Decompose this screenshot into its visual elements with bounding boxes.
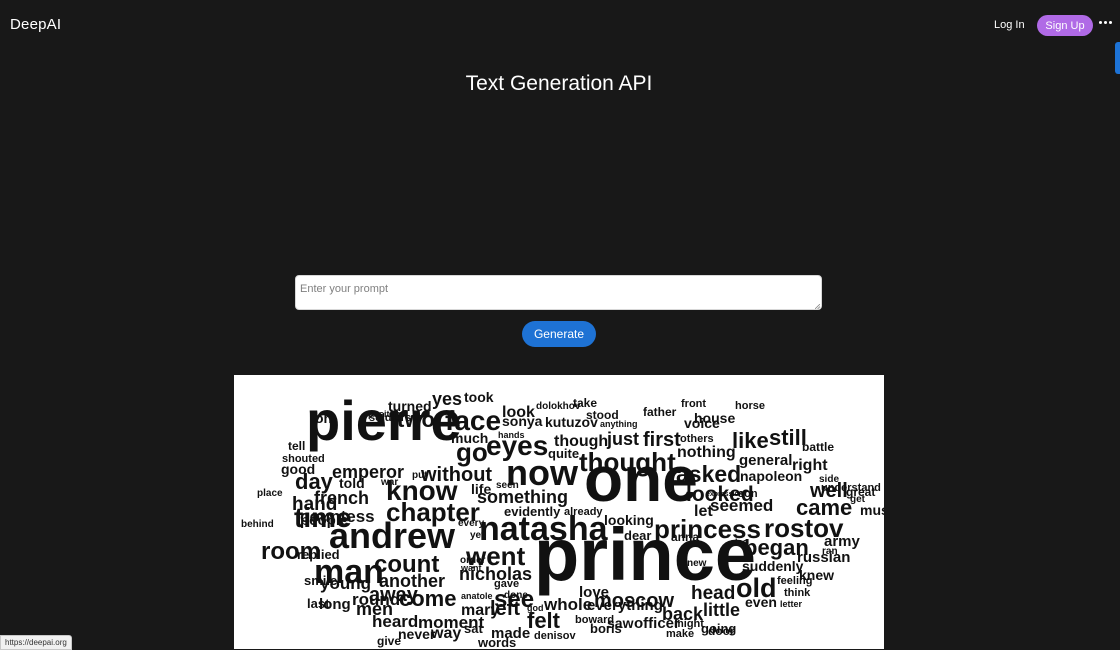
word-cloud-word: dear (624, 528, 651, 543)
more-horizontal-icon[interactable] (1099, 21, 1113, 27)
word-cloud-word: front (681, 398, 706, 410)
word-cloud-word: napoleon (740, 468, 802, 484)
word-cloud-word: like (732, 428, 769, 453)
word-cloud-word: sonya (502, 413, 543, 429)
word-cloud-word: boward (575, 614, 614, 626)
word-cloud-word: took (464, 389, 494, 405)
word-cloud-word: hands (498, 430, 525, 440)
word-cloud-word: yes (432, 389, 462, 409)
word-cloud-word: make (666, 628, 694, 640)
word-cloud-word: place (257, 488, 283, 499)
word-cloud-word: just (606, 429, 639, 449)
signup-button[interactable]: Sign Up (1037, 15, 1093, 36)
word-cloud-word: looking (604, 512, 654, 528)
word-cloud-word: position (368, 409, 403, 419)
word-cloud-word: give (377, 634, 401, 648)
word-cloud-word: battle (802, 440, 834, 454)
word-cloud-word: hand (292, 494, 337, 515)
word-cloud-word: behind (241, 519, 274, 530)
word-cloud-word: last (307, 596, 330, 611)
word-cloud-word: also (730, 537, 749, 547)
word-cloud-word: dolokhov (536, 401, 581, 412)
word-cloud-word: door (708, 624, 735, 638)
word-cloud-word: nothing (677, 444, 736, 461)
word-cloud-word: feeling (777, 575, 812, 587)
word-cloud-word: letter (780, 599, 803, 609)
word-cloud-word: first (643, 429, 681, 451)
word-cloud-word: general (739, 452, 792, 469)
word-cloud-word: house (694, 410, 735, 426)
word-cloud-word: seen (496, 480, 519, 491)
login-link[interactable]: Log In (994, 19, 1025, 31)
top-navigation: DeepAI Log In Sign Up (0, 0, 1120, 50)
word-cloud-word: another (379, 571, 445, 591)
word-cloud-word: let (694, 503, 713, 520)
word-cloud-word: tell (288, 439, 305, 453)
page-title: Text Generation API (465, 72, 653, 96)
word-cloud-word: god (527, 603, 544, 613)
word-cloud-word: war (380, 477, 398, 488)
word-cloud-word: done (504, 590, 528, 601)
word-cloud-word: round (352, 590, 400, 609)
side-feedback-tab[interactable] (1115, 42, 1120, 74)
word-cloud-word: love (579, 584, 609, 601)
word-cloud-word: get (850, 494, 866, 505)
word-cloud-word: words (477, 635, 516, 649)
word-cloud-word: think (784, 587, 811, 599)
word-cloud-word: evidently (504, 504, 561, 519)
word-cloud-word: yet (470, 530, 485, 541)
word-cloud-word: expression (706, 491, 743, 498)
word-cloud-word: ran (822, 546, 838, 557)
brand-logo[interactable]: DeepAI (10, 16, 61, 33)
generate-button[interactable]: Generate (522, 321, 596, 347)
word-cloud-word: anything (600, 419, 638, 429)
word-cloud-word: shouted (282, 453, 325, 465)
word-cloud-word: suddenly (742, 558, 804, 574)
word-cloud-word: oh (315, 410, 332, 426)
word-cloud-word: thought (579, 447, 676, 477)
word-cloud-word: little (703, 600, 740, 620)
status-bar-url: https://deepai.org (0, 635, 72, 650)
word-cloud-word: already (564, 506, 603, 518)
word-cloud-word: father (643, 405, 677, 419)
word-cloud-word: anna (671, 530, 699, 544)
word-cloud-word: new (687, 558, 707, 569)
word-cloud-word: told (339, 475, 365, 491)
word-cloud-word: life (471, 481, 491, 497)
word-cloud-word: much (451, 430, 488, 446)
word-cloud-word: denisov (534, 630, 576, 642)
word-cloud-word: even (745, 594, 777, 610)
word-cloud-word: quite (548, 446, 579, 461)
word-cloud-word: others (680, 433, 714, 445)
word-cloud-word: sat (464, 621, 483, 636)
word-cloud-word: anatole (461, 591, 493, 601)
word-cloud-word: want (460, 563, 482, 573)
word-cloud-word: heard (372, 612, 418, 631)
word-cloud-word: put (412, 470, 428, 481)
resize-handle-icon[interactable] (815, 304, 820, 309)
prompt-input[interactable] (295, 275, 822, 310)
word-cloud-word: smile (304, 573, 337, 588)
word-cloud-image: prince one pierre natasha andrew now princess r… (234, 375, 884, 649)
word-cloud-word: horse (735, 400, 765, 412)
word-cloud-word: gave (494, 578, 519, 590)
word-cloud-word: replied (297, 547, 340, 562)
word-cloud-word: every (458, 518, 485, 529)
